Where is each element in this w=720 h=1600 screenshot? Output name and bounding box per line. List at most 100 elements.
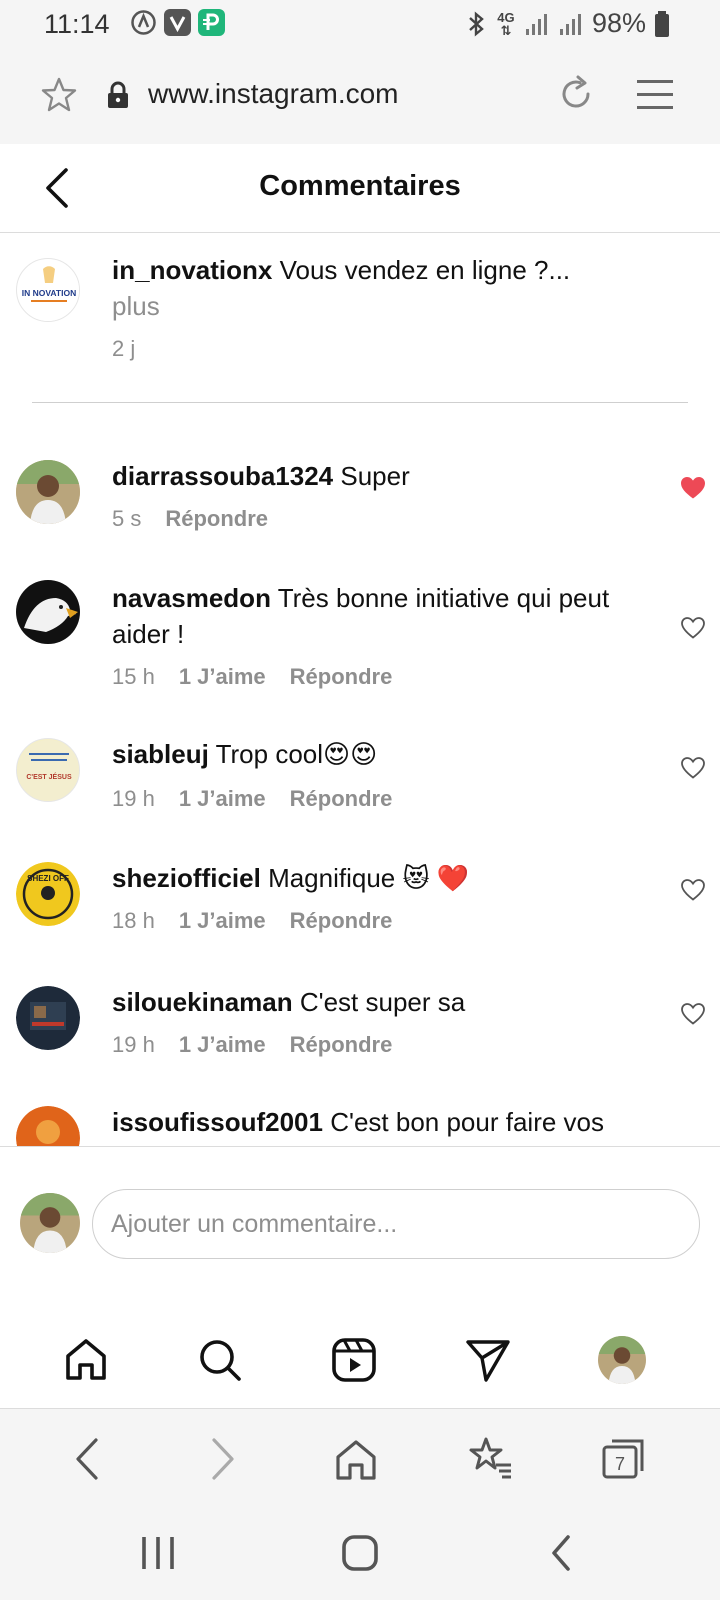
avatar[interactable]: [16, 460, 80, 524]
bookmarks-icon[interactable]: [466, 1435, 514, 1483]
reply-button[interactable]: Répondre: [290, 908, 393, 934]
page-title: Commentaires: [259, 170, 461, 202]
comment-meta: 5 s Répondre: [112, 506, 268, 532]
reply-button[interactable]: Répondre: [165, 506, 268, 532]
caption-text: in_novationx Vous vendez en ligne ?... p…: [112, 252, 672, 324]
likes-count[interactable]: 1 J’aime: [179, 908, 266, 934]
comment-time: 18 h: [112, 908, 155, 933]
status-right: 4G ⇅ 98%: [466, 8, 670, 39]
app-notification-icon: [130, 9, 157, 36]
system-home-icon[interactable]: [340, 1533, 380, 1573]
avatar[interactable]: SHEZI OFF: [16, 862, 80, 926]
caption-time: 2 j: [112, 336, 136, 361]
comment-body: Super: [340, 461, 410, 491]
avatar[interactable]: [16, 1106, 80, 1146]
reload-icon[interactable]: [556, 74, 596, 114]
heart-outline-icon[interactable]: [680, 756, 706, 780]
comment-time: 19 h: [112, 1032, 155, 1057]
comment-username[interactable]: sheziofficiel: [112, 863, 261, 893]
bluetooth-icon: [469, 10, 484, 37]
search-icon[interactable]: [196, 1336, 244, 1384]
comment-body: Très bonne initiative qui peut: [277, 583, 610, 613]
heart-outline-icon[interactable]: [680, 1002, 706, 1026]
comment-text: navasmedon Très bonne initiative qui peu…: [112, 580, 652, 652]
likes-count[interactable]: 1 J’aime: [179, 1032, 266, 1058]
browser-bottom-nav: 7: [0, 1409, 720, 1509]
direct-message-icon[interactable]: [464, 1336, 512, 1384]
comment-composer: [0, 1146, 720, 1310]
heart-outline-icon[interactable]: [680, 616, 706, 640]
battery-percent: 98%: [591, 8, 646, 38]
caption-meta: 2 j: [112, 336, 135, 362]
comment-username[interactable]: siableuj: [112, 739, 209, 769]
likes-count[interactable]: 1 J’aime: [179, 664, 266, 690]
comment-username[interactable]: silouekinaman: [112, 987, 293, 1017]
comment-body: Magnifique 😻 ❤️: [268, 863, 470, 893]
menu-icon[interactable]: [636, 78, 674, 112]
comment-time: 5 s: [112, 506, 142, 531]
avatar[interactable]: IN NOVATION: [16, 258, 80, 322]
network-type: 4G ⇅: [497, 9, 515, 38]
heart-outline-icon[interactable]: [680, 878, 706, 902]
likes-count[interactable]: 1 J’aime: [179, 786, 266, 812]
avatar[interactable]: [16, 986, 80, 1050]
avatar[interactable]: [16, 580, 80, 644]
comment-text: issoufissouf2001 C'est bon pour faire vo…: [112, 1104, 604, 1140]
comment-username[interactable]: navasmedon: [112, 583, 271, 613]
bookmark-star-icon[interactable]: [40, 76, 78, 114]
avatar-logo-text: C'EST JÉSUS: [26, 772, 72, 781]
caption-more-link[interactable]: plus: [112, 291, 160, 321]
comment-text: sheziofficiel Magnifique 😻 ❤️: [112, 860, 469, 896]
comment-meta: 19 h 1 J’aime Répondre: [112, 1032, 392, 1058]
heart-filled-icon[interactable]: [680, 476, 706, 500]
p-app-icon: [198, 9, 225, 36]
signal-icon: [559, 13, 581, 35]
comment-body-continued: aider !: [112, 619, 185, 649]
instagram-bottom-nav: [0, 1308, 720, 1409]
caption-username[interactable]: in_novationx: [112, 255, 272, 285]
v-app-icon: [164, 9, 191, 36]
comment-time: 19 h: [112, 786, 155, 811]
comment-username[interactable]: issoufissouf2001: [112, 1107, 323, 1137]
avatar-logo-text: IN NOVATION: [22, 288, 76, 298]
caption-body: Vous vendez en ligne ?...: [279, 255, 571, 285]
system-back-icon[interactable]: [542, 1533, 582, 1573]
reply-button[interactable]: Répondre: [290, 664, 393, 690]
status-bar: 11:14 4G ⇅ 98%: [0, 0, 720, 46]
system-nav-bar: [0, 1509, 720, 1600]
home-icon[interactable]: [62, 1336, 110, 1384]
browser-home-icon[interactable]: [332, 1435, 380, 1483]
avatar[interactable]: [20, 1193, 80, 1253]
reply-button[interactable]: Répondre: [290, 786, 393, 812]
comment-body: C'est bon pour faire vos: [330, 1107, 604, 1137]
browser-back-icon[interactable]: [64, 1435, 112, 1483]
comment-meta: 15 h 1 J’aime Répondre: [112, 664, 392, 690]
comment-text: siableuj Trop cool😍😍: [112, 736, 377, 772]
comments-list[interactable]: IN NOVATION in_novationx Vous vendez en …: [0, 232, 720, 1146]
profile-avatar[interactable]: [598, 1336, 646, 1384]
lock-icon: [108, 81, 128, 108]
comment-meta: 19 h 1 J’aime Répondre: [112, 786, 392, 812]
comment-time: 15 h: [112, 664, 155, 689]
url-text[interactable]: www.instagram.com: [148, 78, 399, 110]
comment-input[interactable]: [92, 1189, 700, 1259]
avatar-logo-text: SHEZI OFF: [27, 874, 69, 883]
comments-header: Commentaires: [0, 144, 720, 233]
reply-button[interactable]: Répondre: [290, 1032, 393, 1058]
comment-text: silouekinaman C'est super sa: [112, 984, 465, 1020]
comment-body: Trop cool😍😍: [215, 739, 378, 769]
avatar[interactable]: C'EST JÉSUS: [16, 738, 80, 802]
svg-text:7: 7: [615, 1454, 625, 1474]
comment-username[interactable]: diarrassouba1324: [112, 461, 333, 491]
tabs-icon[interactable]: 7: [600, 1435, 648, 1483]
signal-icon: [525, 13, 547, 35]
reels-icon[interactable]: [330, 1336, 378, 1384]
browser-forward-icon[interactable]: [198, 1435, 246, 1483]
caption-divider: [32, 402, 688, 403]
status-time: 11:14: [44, 9, 110, 39]
notification-icons: [130, 9, 225, 36]
recent-apps-icon[interactable]: [138, 1533, 178, 1573]
browser-url-bar: www.instagram.com: [0, 46, 720, 144]
comment-body: C'est super sa: [299, 987, 466, 1017]
battery-icon: [655, 10, 669, 37]
